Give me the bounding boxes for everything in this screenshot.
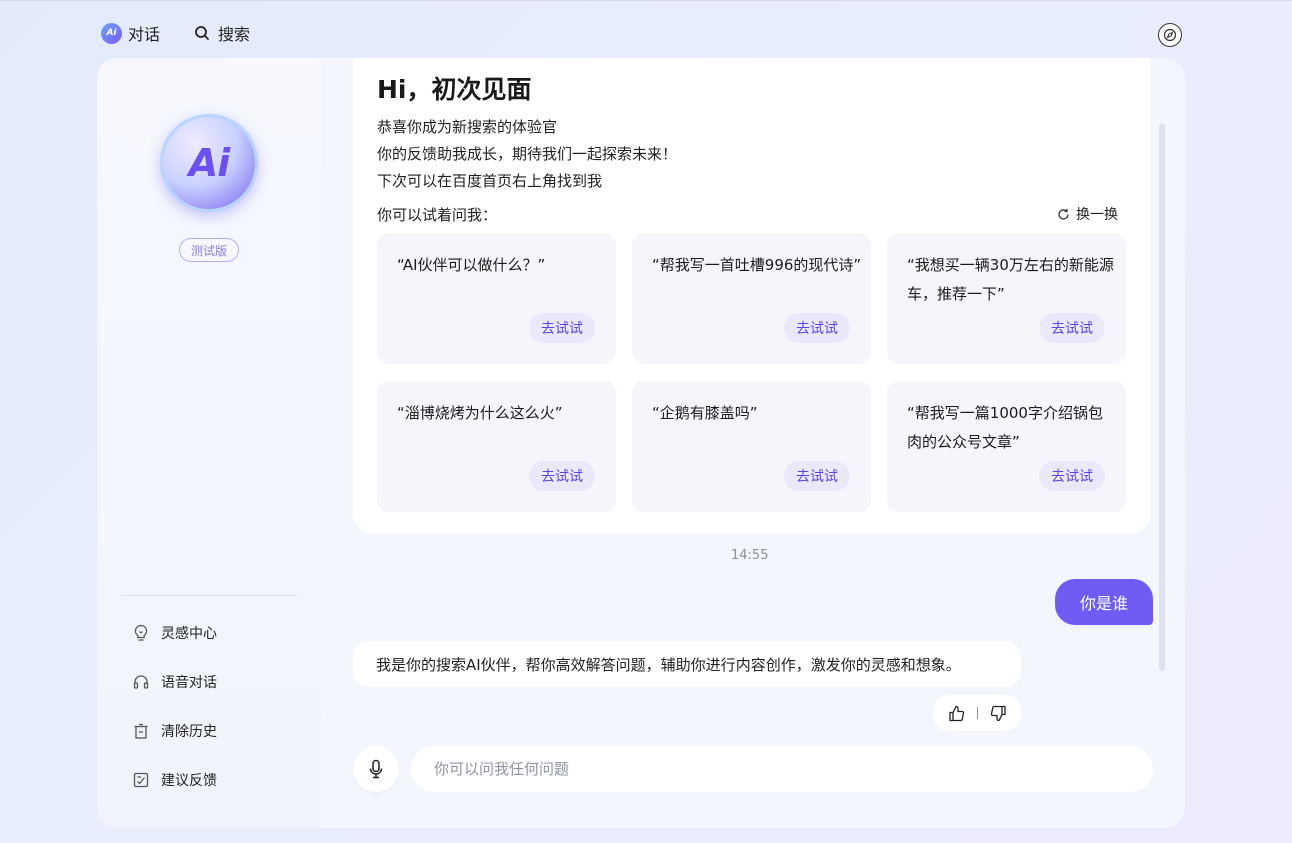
bot-message-bubble: 我是你的搜索AI伙伴，帮你高效解答问题，辅助你进行内容创作，激发你的灵感和想象。 xyxy=(353,641,1021,687)
prompt-text: “AI伙伴可以做什么？” xyxy=(397,256,546,274)
try-button[interactable]: 去试试 xyxy=(784,461,850,491)
try-button[interactable]: 去试试 xyxy=(1039,461,1105,491)
prompt-text: “我想买一辆30万左右的新能源车，推荐一下” xyxy=(907,256,1114,303)
prompt-card[interactable]: “AI伙伴可以做什么？” 去试试 xyxy=(377,233,616,364)
chat-window: Ai 测试版 灵感中心 语音对话 清除历史 建议反馈 Hi，初次见面 恭喜你成为… xyxy=(97,58,1185,828)
thumbs-up-icon[interactable] xyxy=(948,705,965,722)
nav-chat-label: 对话 xyxy=(128,25,161,44)
sidebar-item-clear-history[interactable]: 清除历史 xyxy=(133,721,217,741)
prompt-text: “帮我写一首吐槽996的现代诗” xyxy=(652,256,862,274)
sidebar-item-label: 清除历史 xyxy=(161,724,217,740)
search-icon xyxy=(195,26,209,40)
try-button[interactable]: 去试试 xyxy=(529,461,595,491)
ai-avatar: Ai xyxy=(160,114,258,212)
welcome-line: 下次可以在百度首页右上角找到我 xyxy=(377,172,603,190)
chat-scrollbar[interactable] xyxy=(1159,123,1165,671)
sidebar-item-feedback[interactable]: 建议反馈 xyxy=(133,770,217,790)
welcome-title: Hi，初次见面 xyxy=(377,75,532,104)
avatar-text: Ai xyxy=(188,141,230,185)
beta-badge: 测试版 xyxy=(179,238,239,262)
nav-search-tab[interactable]: 搜索 xyxy=(194,21,250,45)
sidebar-item-inspiration[interactable]: 灵感中心 xyxy=(133,623,217,643)
prompt-text: “帮我写一篇1000字介绍锅包肉的公众号文章” xyxy=(907,404,1103,451)
feedback-icon xyxy=(133,772,149,788)
message-timestamp: 14:55 xyxy=(731,548,769,563)
voice-input-button[interactable] xyxy=(353,746,399,792)
prompt-card[interactable]: “企鹅有膝盖吗” 去试试 xyxy=(632,381,871,512)
chat-input[interactable] xyxy=(411,746,1153,792)
sidebar: Ai 测试版 灵感中心 语音对话 清除历史 建议反馈 xyxy=(97,58,321,828)
try-button[interactable]: 去试试 xyxy=(529,313,595,343)
welcome-card: Hi，初次见面 恭喜你成为新搜索的体验官 你的反馈助我成长，期待我们一起探索未来… xyxy=(353,58,1150,533)
sidebar-item-label: 语音对话 xyxy=(161,675,217,691)
sidebar-divider xyxy=(121,595,297,596)
trash-icon xyxy=(134,723,148,739)
user-message-bubble: 你是谁 xyxy=(1055,579,1153,625)
ai-logo-icon: Ai xyxy=(101,22,122,44)
nav-chat-tab[interactable]: Ai 对话 xyxy=(101,21,160,45)
lightbulb-icon xyxy=(134,624,148,641)
welcome-line: 恭喜你成为新搜索的体验官 xyxy=(377,118,558,136)
headphones-icon xyxy=(133,675,149,689)
compass-icon xyxy=(1163,28,1177,42)
try-asking-label: 你可以试着问我： xyxy=(377,206,498,224)
compass-settings-button[interactable] xyxy=(1158,23,1182,47)
refresh-suggestions-button[interactable]: 换一换 xyxy=(1057,204,1118,224)
prompt-text: “企鹅有膝盖吗” xyxy=(652,404,758,422)
sidebar-item-label: 灵感中心 xyxy=(161,626,217,642)
microphone-icon xyxy=(369,759,383,779)
sidebar-item-voice-chat[interactable]: 语音对话 xyxy=(133,672,217,692)
feedback-separator xyxy=(976,707,978,719)
try-button[interactable]: 去试试 xyxy=(1039,313,1105,343)
sidebar-item-label: 建议反馈 xyxy=(161,773,217,789)
prompt-card[interactable]: “帮我写一首吐槽996的现代诗” 去试试 xyxy=(632,233,871,364)
welcome-line: 你的反馈助我成长，期待我们一起探索未来！ xyxy=(377,145,678,163)
refresh-icon xyxy=(1058,208,1069,220)
prompt-card[interactable]: “淄博烧烤为什么这么火” 去试试 xyxy=(377,381,616,512)
top-nav-bar: Ai 对话 搜索 xyxy=(0,0,1292,58)
prompt-text: “淄博烧烤为什么这么火” xyxy=(397,404,563,422)
chat-main: Hi，初次见面 恭喜你成为新搜索的体验官 你的反馈助我成长，期待我们一起探索未来… xyxy=(321,58,1185,828)
refresh-label: 换一换 xyxy=(1076,207,1118,223)
nav-search-label: 搜索 xyxy=(218,25,251,44)
try-button[interactable]: 去试试 xyxy=(784,313,850,343)
thumbs-down-icon[interactable] xyxy=(990,705,1007,722)
message-feedback xyxy=(933,695,1021,731)
prompt-card[interactable]: “帮我写一篇1000字介绍锅包肉的公众号文章” 去试试 xyxy=(887,381,1126,512)
prompt-card[interactable]: “我想买一辆30万左右的新能源车，推荐一下” 去试试 xyxy=(887,233,1126,364)
